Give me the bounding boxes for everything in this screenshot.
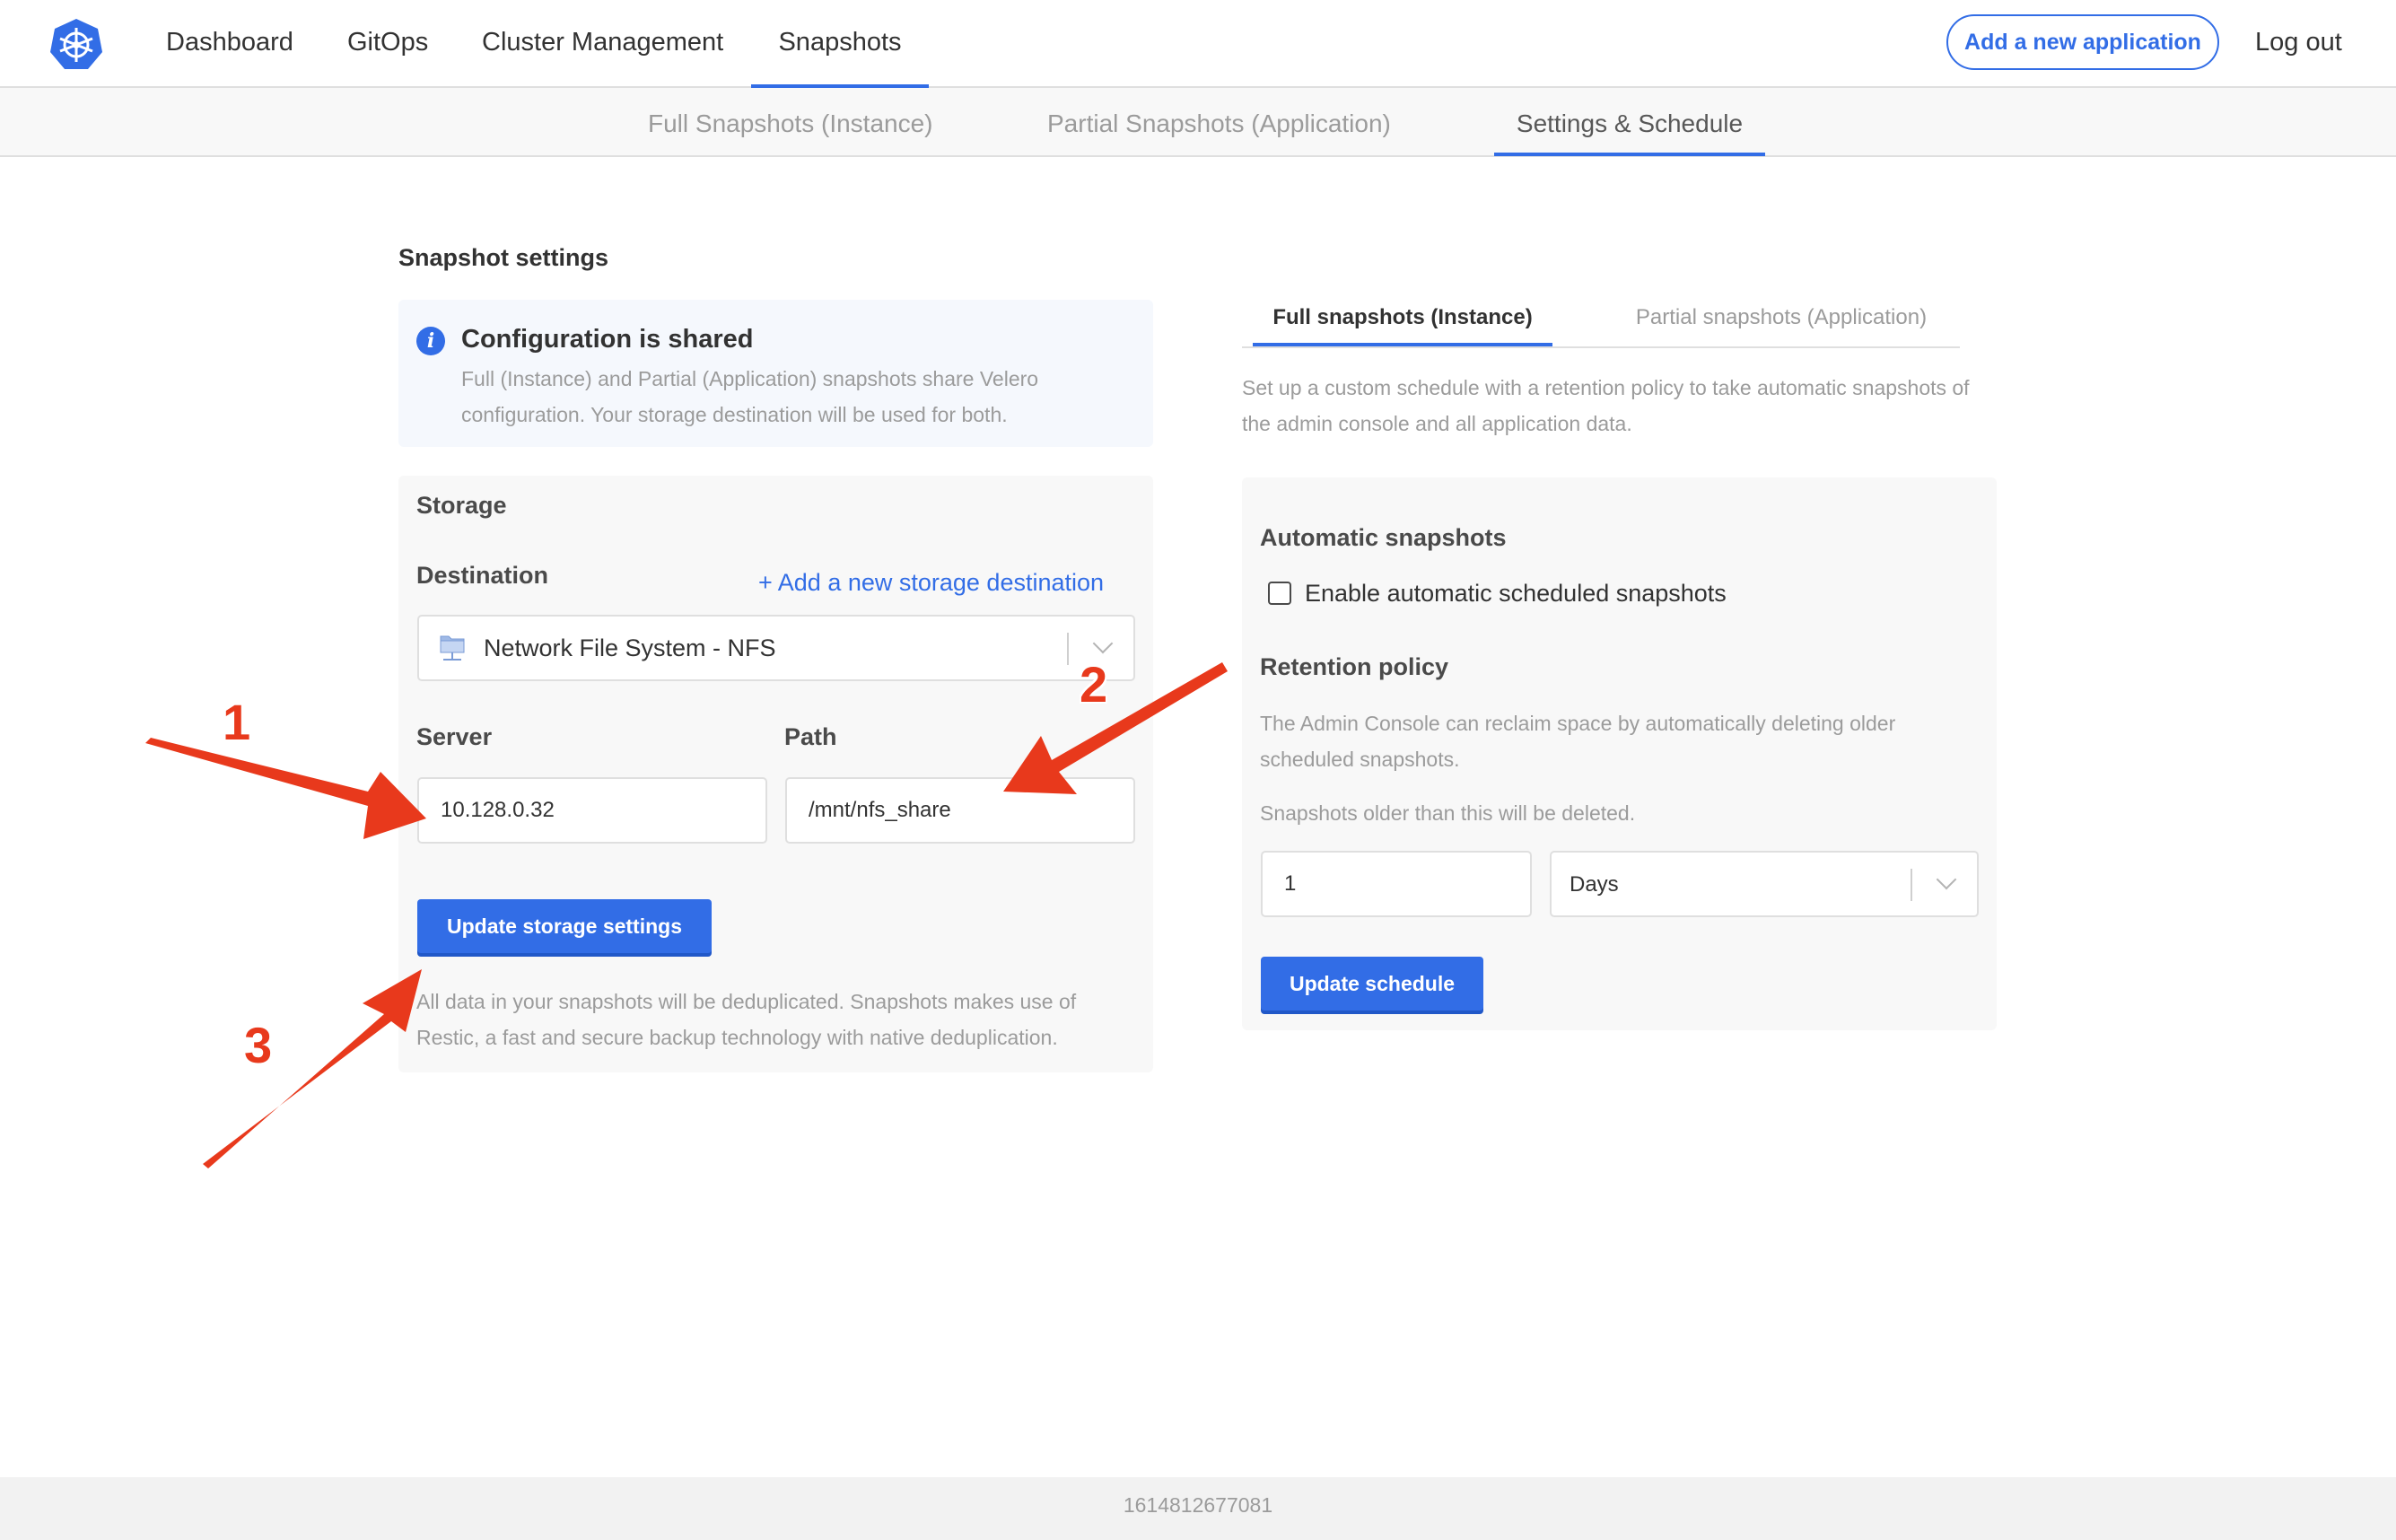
chevron-down-icon[interactable] bbox=[1092, 633, 1114, 654]
subnav-partial-snapshots[interactable]: Partial Snapshots (Application) bbox=[1047, 88, 1391, 156]
schedule-panel: Automatic snapshots Enable automatic sch… bbox=[1242, 477, 1997, 1030]
select-separator bbox=[1911, 869, 1912, 901]
footer: 1614812677081 bbox=[0, 1477, 2396, 1540]
retention-policy-title: Retention policy bbox=[1260, 653, 1449, 680]
path-label: Path bbox=[784, 723, 837, 750]
add-storage-destination-link[interactable]: + Add a new storage destination bbox=[758, 569, 1104, 597]
update-storage-settings-button[interactable]: Update storage settings bbox=[417, 899, 712, 953]
annotation-number-3: 3 bbox=[244, 1017, 273, 1073]
info-title: Configuration is shared bbox=[461, 325, 754, 354]
subnav-full-snapshots[interactable]: Full Snapshots (Instance) bbox=[648, 88, 933, 156]
destination-value: Network File System - NFS bbox=[484, 634, 776, 661]
server-label: Server bbox=[416, 723, 493, 750]
snapshots-subnav: Full Snapshots (Instance) Partial Snapsh… bbox=[0, 88, 2396, 157]
nav-dashboard[interactable]: Dashboard bbox=[166, 0, 293, 88]
subnav-settings-schedule[interactable]: Settings & Schedule bbox=[1494, 88, 1765, 156]
tab-partial-snapshots[interactable]: Partial snapshots (Application) bbox=[1606, 305, 1956, 346]
automatic-snapshots-title: Automatic snapshots bbox=[1260, 524, 1507, 551]
retention-policy-text: The Admin Console can reclaim space by a… bbox=[1260, 712, 1896, 771]
nav-gitops[interactable]: GitOps bbox=[347, 0, 428, 88]
annotation-number-2: 2 bbox=[1080, 656, 1108, 713]
add-application-button[interactable]: Add a new application bbox=[1946, 14, 2219, 70]
top-navbar: Dashboard GitOps Cluster Management Snap… bbox=[0, 0, 2396, 88]
enable-automatic-snapshots-label[interactable]: Enable automatic scheduled snapshots bbox=[1305, 580, 1727, 608]
retention-unit-select[interactable]: Days bbox=[1550, 851, 1979, 917]
tab-full-snapshots[interactable]: Full snapshots (Instance) bbox=[1253, 305, 1552, 346]
chevron-down-icon[interactable] bbox=[1936, 869, 1957, 890]
nav-cluster-management[interactable]: Cluster Management bbox=[482, 0, 723, 88]
destination-select[interactable]: Network File System - NFS bbox=[417, 615, 1135, 681]
server-input[interactable]: 10.128.0.32 bbox=[417, 777, 767, 844]
destination-label: Destination bbox=[416, 562, 549, 589]
logout-link[interactable]: Log out bbox=[2255, 0, 2342, 86]
retention-value-input[interactable]: 1 bbox=[1261, 851, 1532, 917]
path-input[interactable]: /mnt/nfs_share bbox=[785, 777, 1135, 844]
select-separator bbox=[1067, 633, 1069, 665]
storage-panel: Storage Destination + Add a new storage … bbox=[398, 476, 1153, 1072]
deduplication-note: All data in your snapshots will be dedup… bbox=[416, 990, 1077, 1049]
enable-automatic-snapshots-checkbox[interactable] bbox=[1268, 582, 1291, 605]
nav-snapshots[interactable]: Snapshots bbox=[751, 0, 929, 88]
annotation-arrows bbox=[145, 662, 1228, 1168]
tabs-underline bbox=[1242, 346, 1960, 348]
shared-config-info: i Configuration is shared Full (Instance… bbox=[398, 300, 1153, 447]
info-icon: i bbox=[416, 327, 445, 355]
arrow-3-icon bbox=[203, 969, 422, 1168]
retention-unit-value: Days bbox=[1570, 872, 1619, 897]
storage-title: Storage bbox=[416, 492, 507, 519]
snapshot-settings-title: Snapshot settings bbox=[398, 244, 609, 271]
update-schedule-button[interactable]: Update schedule bbox=[1261, 957, 1483, 1011]
nfs-folder-icon bbox=[440, 635, 465, 661]
kubernetes-logo-icon[interactable] bbox=[48, 17, 104, 71]
arrow-1-icon bbox=[145, 738, 426, 839]
info-text: Full (Instance) and Partial (Application… bbox=[461, 367, 1039, 426]
schedule-description: Set up a custom schedule with a retentio… bbox=[1242, 376, 1970, 435]
retention-hint: Snapshots older than this will be delete… bbox=[1260, 801, 1636, 825]
annotation-number-1: 1 bbox=[223, 694, 251, 750]
build-number: 1614812677081 bbox=[1123, 1493, 1273, 1517]
